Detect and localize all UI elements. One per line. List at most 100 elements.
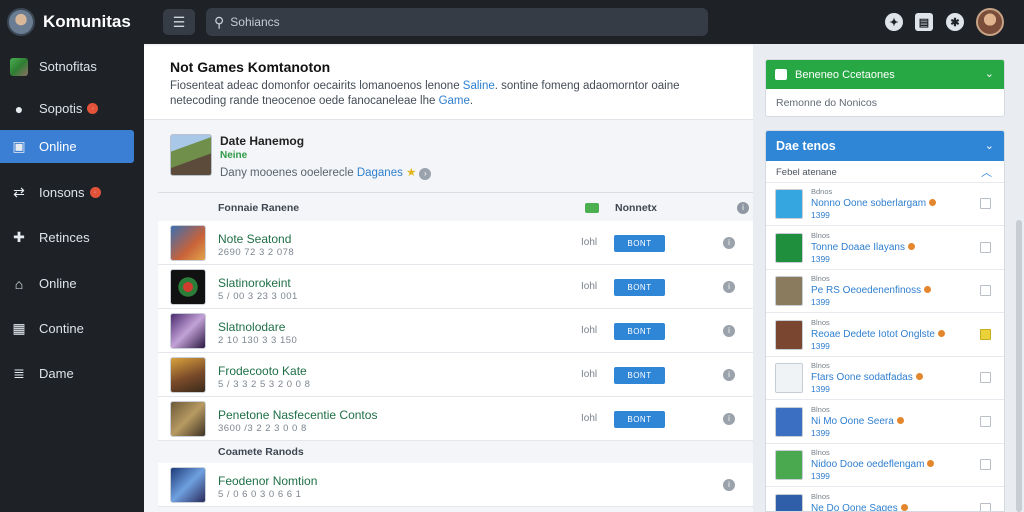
item-checkbox[interactable] — [980, 459, 991, 470]
sidebar-item-retinces[interactable]: ✚ Retinces — [0, 221, 134, 254]
sidebar-item-sotnofitas[interactable]: Sotnofitas — [0, 50, 134, 83]
info-icon[interactable]: i — [723, 325, 735, 337]
game-thumbnail — [170, 401, 206, 437]
grid-icon: ▦ — [12, 320, 26, 336]
item-tag: Blnos — [811, 317, 830, 327]
table-row[interactable]: Penetone Nasfecentie Contos 3600 /3 2 2 … — [158, 397, 753, 441]
item-checkbox[interactable] — [980, 285, 991, 296]
recommendations-header[interactable]: Beneneo Ccetaones ⌄ — [766, 60, 1004, 89]
status-dot-icon — [937, 329, 945, 337]
game-action-button[interactable]: BONT — [614, 235, 665, 252]
item-checkbox[interactable] — [980, 415, 991, 427]
status-dot-icon — [927, 460, 935, 467]
list-item[interactable]: Blnos Tonne Doaae Ilayans 1399 — [766, 227, 1004, 270]
messages-icon[interactable]: ▤ — [915, 13, 933, 31]
list-item[interactable]: Blnos Nidoo Dooe oedeflengam 1399 — [766, 444, 1004, 487]
filter-row[interactable]: Febel atenane ︿ — [766, 161, 1004, 183]
game-name[interactable]: Note Seatond — [218, 232, 291, 246]
item-tag: Blnos — [811, 404, 830, 414]
game-name[interactable]: Penetone Nasfecentie Contos — [218, 408, 377, 422]
item-checkbox[interactable] — [980, 241, 991, 253]
info-icon[interactable]: i — [723, 413, 735, 425]
sidebar-item-label: Online — [39, 139, 77, 154]
hamburger-icon: ☰ — [172, 13, 186, 30]
game-action-button[interactable]: BONT — [614, 279, 665, 296]
item-checkbox[interactable] — [980, 372, 991, 383]
game-name[interactable]: Slatinorokeint — [218, 276, 291, 290]
info-icon[interactable]: i — [737, 202, 749, 214]
table-row[interactable]: Slatnolodare 2 10 130 3 3 150 Iohl BONT … — [158, 309, 753, 353]
settings-icon[interactable]: ✱ — [946, 13, 964, 31]
chevron-down-icon[interactable]: ⌄ — [985, 139, 994, 152]
list-item[interactable]: Blnos Reoae Dedete Iotot Onglste 1399 — [766, 314, 1004, 357]
scrollbar[interactable] — [1016, 220, 1022, 512]
featured-game[interactable]: Date Hanemog Neine Dany mooenes ooelerec… — [158, 132, 753, 190]
item-name[interactable]: Reoae Dedete Iotot Onglste — [811, 329, 945, 340]
item-checkbox[interactable] — [980, 198, 991, 209]
more-info-icon[interactable]: › — [419, 168, 432, 180]
item-name-text: Ni Mo Oone Seera — [811, 415, 894, 427]
chevron-down-icon[interactable]: ⌄ — [985, 67, 994, 80]
item-tag: Blnos — [811, 448, 830, 457]
chevron-up-icon[interactable]: ︿ — [981, 164, 992, 180]
sidebar-item-online[interactable]: ▣ Online — [0, 130, 134, 163]
details-header[interactable]: Dae tenos ⌄ — [766, 131, 1004, 161]
sidebar-item-online-store[interactable]: ⌂ Online — [0, 267, 134, 300]
item-name[interactable]: Ne Do Oone Sages — [811, 503, 908, 511]
game-name[interactable]: Slatnolodare — [218, 320, 285, 334]
column-header-name[interactable]: Fonnaie Ranene — [218, 202, 299, 214]
app-title: Komunitas — [43, 12, 131, 31]
notification-icon[interactable]: ✦ — [885, 13, 903, 31]
search-input[interactable] — [230, 15, 671, 29]
list-item[interactable]: Blnos Ftars Oone sodatfadas 1399 — [766, 357, 1004, 400]
user-icon: ● — [14, 100, 24, 117]
item-name[interactable]: Ni Mo Oone Seera — [811, 416, 904, 427]
item-name[interactable]: Tonne Doaae Ilayans — [811, 242, 915, 253]
sidebar-item-sopotis[interactable]: ● Sopotis · — [0, 92, 134, 125]
item-thumbnail — [775, 232, 803, 263]
store-icon: ⌂ — [14, 275, 24, 292]
game-action-button[interactable]: BONT — [614, 367, 665, 384]
list-item[interactable]: Blnos Ne Do Oone Sages — [766, 488, 1004, 511]
featured-link[interactable]: Daganes — [357, 167, 403, 179]
game-meta: 2690 72 3 2 078 — [218, 247, 295, 258]
game-action-button[interactable]: BONT — [614, 411, 665, 428]
table-row[interactable]: Slatinorokeint 5 / 00 3 23 3 001 Iohl BO… — [158, 265, 753, 309]
desc-link-saline[interactable]: Saline — [463, 80, 495, 92]
game-name[interactable]: Feodenor Nomtion — [218, 474, 317, 488]
column-header-status[interactable]: Nonnetx — [615, 202, 657, 214]
game-action-button[interactable]: BONT — [614, 323, 665, 340]
sidebar: Sotnofitas ● Sopotis · ▣ Online ⇄ Ionson… — [0, 44, 144, 512]
user-avatar[interactable] — [976, 8, 1004, 36]
sidebar-item-contine[interactable]: ▦ Contine — [0, 312, 134, 345]
game-name[interactable]: Frodecooto Kate — [218, 364, 307, 378]
info-icon[interactable]: i — [723, 479, 735, 491]
list-item[interactable]: Blnos Ni Mo Oone Seera 1399 — [766, 401, 1004, 444]
info-icon[interactable]: i — [723, 281, 735, 293]
list-item[interactable]: Blnos Pe RS Oeoedenenfinoss 1399 — [766, 270, 1004, 313]
table-row[interactable]: Feodenor Nomtion 5 / 0 6 0 3 0 6 6 1 i — [158, 463, 753, 507]
table-row[interactable]: Frodecooto Kate 5 / 3 3 2 5 3 2 0 0 8 Io… — [158, 353, 753, 397]
item-name[interactable]: Nidoo Dooe oedeflengam — [811, 459, 935, 470]
desc-link-game[interactable]: Game — [439, 95, 470, 107]
item-checkbox[interactable] — [980, 502, 991, 511]
search-bar[interactable]: ⚲ — [206, 8, 708, 36]
game-meta: 3600 /3 2 2 3 0 0 8 — [218, 423, 307, 434]
table-row[interactable]: Note Seatond 2690 72 3 2 078 Iohl BONT i — [158, 221, 753, 265]
menu-toggle-button[interactable]: ☰ — [163, 9, 195, 35]
item-thumbnail — [775, 493, 803, 511]
info-icon[interactable]: i — [723, 237, 735, 249]
list-icon: ≣ — [13, 365, 25, 381]
sidebar-item-ionsons[interactable]: ⇄ Ionsons · — [0, 176, 134, 209]
item-thumbnail — [775, 363, 803, 393]
item-checkbox[interactable] — [980, 328, 991, 340]
info-icon[interactable]: i — [723, 369, 735, 381]
app-logo-avatar[interactable] — [7, 8, 35, 36]
list-item[interactable]: Bdnos Nonno Oone soberlargam 1399 — [766, 183, 1004, 226]
item-tag: Blnos — [811, 274, 830, 283]
item-name[interactable]: Nonno Oone soberlargam — [811, 198, 937, 209]
featured-thumbnail[interactable] — [170, 134, 212, 176]
item-name[interactable]: Pe RS Oeoedenenfinoss — [811, 285, 932, 296]
sidebar-item-dame[interactable]: ≣ Dame — [0, 357, 134, 390]
item-name[interactable]: Ftars Oone sodatfadas — [811, 372, 923, 383]
